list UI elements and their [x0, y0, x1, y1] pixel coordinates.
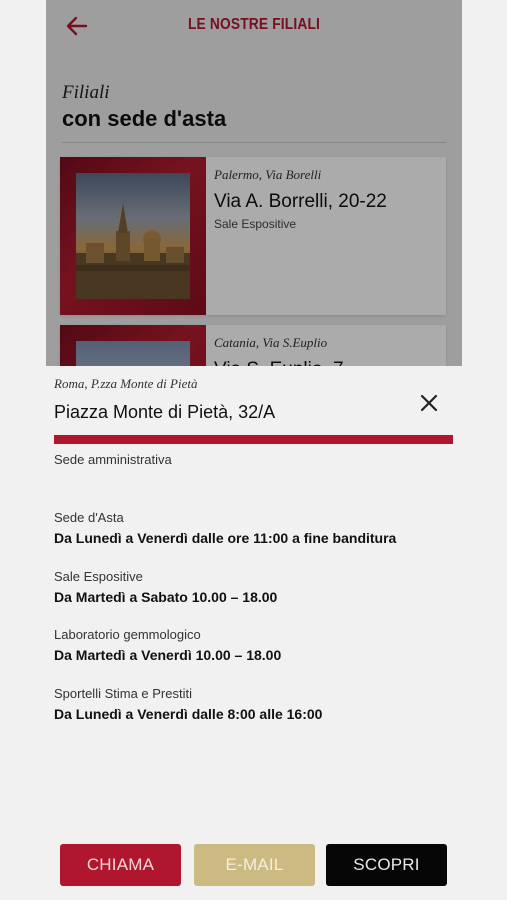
detail-address: Piazza Monte di Pietà, 32/A — [54, 402, 276, 422]
branch-detail-sheet: Roma, P.zza Monte di Pietà Piazza Monte … — [46, 366, 462, 900]
hours-label: Laboratorio gemmologico — [54, 627, 201, 642]
hours-value: Da Martedì a Venerdì 10.00 – 18.00 — [54, 647, 282, 663]
hours-item: Sportelli Stima e Prestiti Da Lunedì a V… — [54, 686, 454, 745]
detail-kind: Sede amministrativa — [54, 452, 172, 467]
discover-button[interactable]: SCOPRI — [326, 844, 447, 886]
call-button[interactable]: CHIAMA — [60, 844, 181, 886]
hours-item: Sale Espositive Da Martedì a Sabato 10.0… — [54, 569, 454, 628]
hours-value: Da Lunedì a Venerdì dalle 8:00 alle 16:0… — [54, 705, 323, 722]
close-icon[interactable] — [420, 394, 438, 412]
hours-item: Sede d'Asta Da Lunedì a Venerdì dalle or… — [54, 510, 454, 569]
hours-item: Laboratorio gemmologico Da Martedì a Ven… — [54, 627, 454, 686]
hours-value: Da Martedì a Sabato 10.00 – 18.00 — [54, 588, 278, 605]
detail-accent-bar — [54, 435, 453, 444]
hours-label: Sale Espositive — [54, 568, 143, 584]
hours-value: Da Lunedì a Venerdì dalle ore 11:00 a fi… — [54, 530, 397, 546]
modal-backdrop[interactable] — [46, 0, 462, 368]
opening-hours-list: Sede d'Asta Da Lunedì a Venerdì dalle or… — [54, 510, 454, 744]
detail-city: Roma, P.zza Monte di Pietà — [54, 376, 198, 391]
hours-label: Sportelli Stima e Prestiti — [54, 685, 192, 701]
app-screen: LE NOSTRE FILIALI Filiali con sede d'ast… — [46, 0, 462, 900]
email-button[interactable]: E-MAIL — [194, 844, 315, 886]
hours-label: Sede d'Asta — [54, 510, 124, 525]
